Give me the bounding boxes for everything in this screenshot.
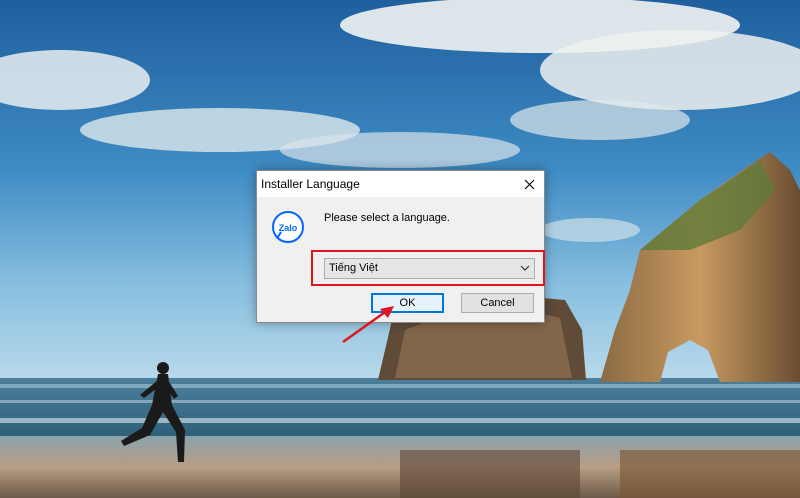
dialog-titlebar[interactable]: Installer Language: [257, 171, 544, 197]
prompt-label: Please select a language.: [324, 212, 450, 224]
close-icon: [524, 179, 534, 189]
zalo-logo-icon: Zalo: [272, 211, 304, 243]
language-select[interactable]: Tiếng Việt: [324, 258, 535, 279]
arrow-annotation: [342, 306, 394, 344]
language-select-value: Tiếng Việt: [329, 262, 378, 274]
chevron-down-icon: [520, 265, 530, 271]
zalo-logo-text: Zalo: [279, 223, 298, 233]
installer-language-dialog: Installer Language Zalo Please select a …: [256, 170, 545, 323]
cancel-button[interactable]: Cancel: [461, 293, 534, 313]
close-button[interactable]: [514, 171, 544, 197]
dialog-title: Installer Language: [261, 177, 360, 191]
